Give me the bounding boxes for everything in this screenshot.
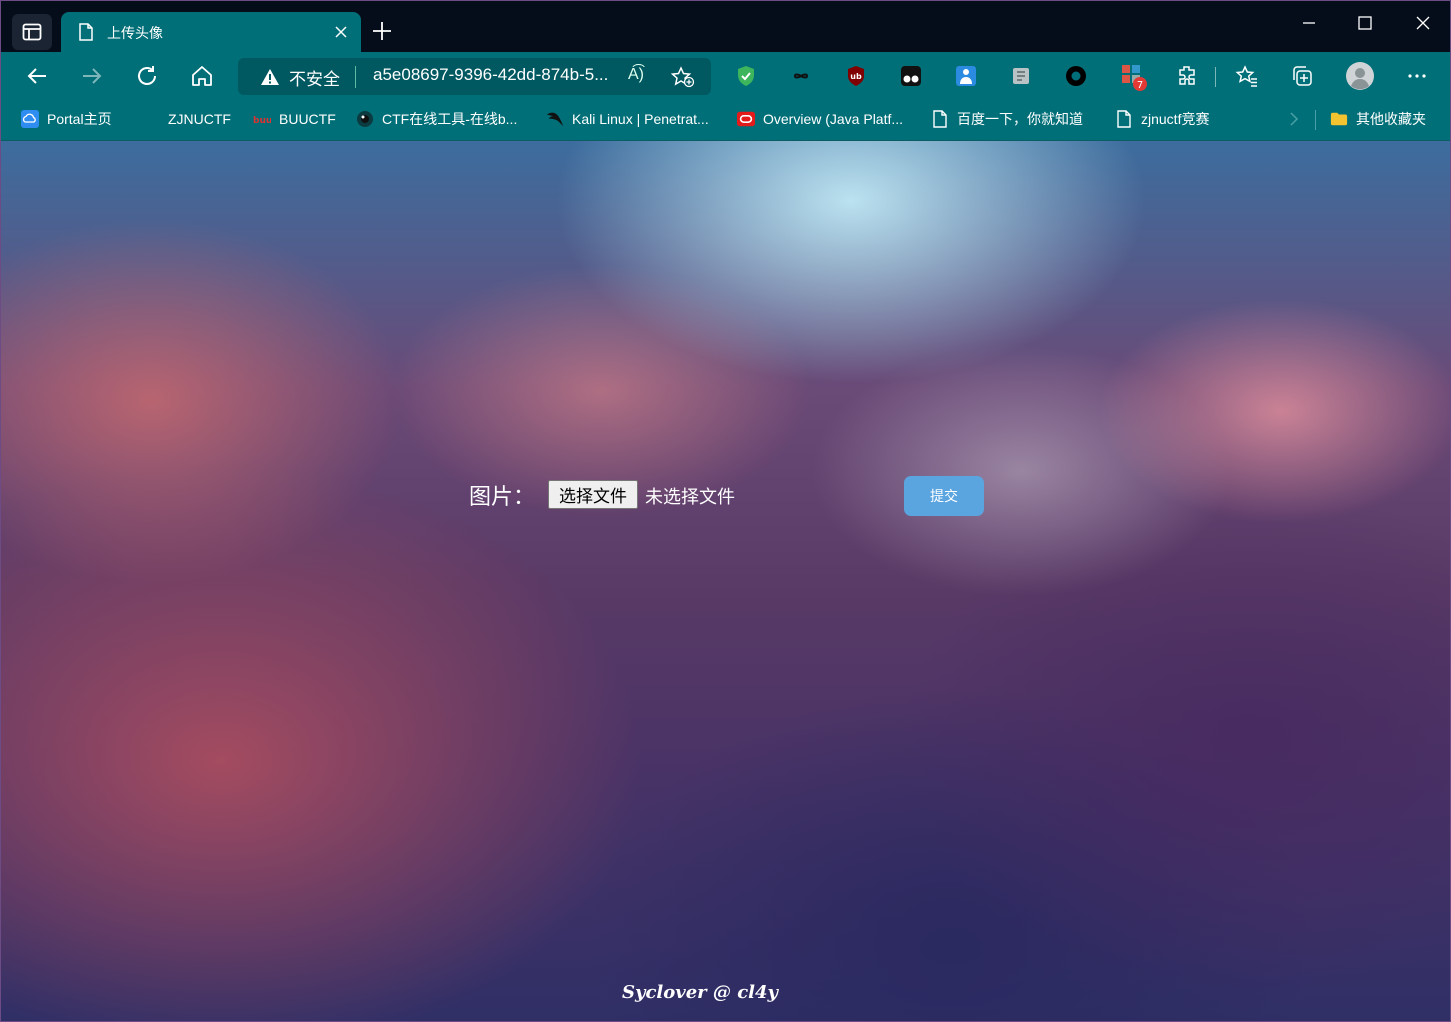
oracle-icon xyxy=(737,110,755,128)
page-icon xyxy=(931,110,949,128)
bookmark-zjnuctf[interactable]: ZJNUCTF xyxy=(168,109,231,129)
forward-icon[interactable] xyxy=(80,64,104,88)
bookmark-label: Portal主页 xyxy=(47,111,112,127)
folder-icon xyxy=(1330,110,1348,128)
bookmark-ctf-tools[interactable]: CTF在线工具-在线b... xyxy=(356,109,517,129)
add-favorite-icon[interactable] xyxy=(671,66,695,88)
extension-badge: 7 xyxy=(1137,80,1143,91)
chevron-right-icon[interactable] xyxy=(1289,111,1299,127)
warning-icon xyxy=(261,69,279,85)
profile-avatar[interactable] xyxy=(1345,61,1375,91)
apps-extension-icon[interactable]: 7 xyxy=(1121,64,1147,91)
eye-icon xyxy=(356,110,374,128)
address-bar[interactable]: 不安全 a5e08697-9396-42dd-874b-5... A͡) xyxy=(238,58,711,95)
svg-text:buu: buu xyxy=(253,116,271,124)
svg-text:ub: ub xyxy=(850,72,862,81)
back-icon[interactable] xyxy=(25,64,49,88)
tab-actions-button[interactable] xyxy=(12,14,52,50)
toolbar: 不安全 a5e08697-9396-42dd-874b-5... A͡) ub … xyxy=(1,52,1450,101)
refresh-icon[interactable] xyxy=(135,64,159,88)
submit-button[interactable]: 提交 xyxy=(904,476,984,516)
bookmark-zjnuctf-contest[interactable]: zjnuctf竞赛 xyxy=(1115,109,1209,129)
address-separator xyxy=(355,66,356,88)
tab-active[interactable]: 上传头像 xyxy=(61,12,361,52)
browser-window: 上传头像 不安全 a5e08697-9396-42dd-874b-5... A͡… xyxy=(0,0,1451,1022)
url-text[interactable]: a5e08697-9396-42dd-874b-5... xyxy=(373,65,608,85)
bookmark-portal[interactable]: Portal主页 xyxy=(21,109,112,129)
collections-icon[interactable] xyxy=(1290,64,1314,88)
ublock-extension-icon[interactable]: ub xyxy=(844,64,868,88)
reader-extension-icon[interactable] xyxy=(1009,64,1033,88)
bookmark-label: CTF在线工具-在线b... xyxy=(382,111,518,127)
bookmark-label: Kali Linux | Penetrat... xyxy=(572,111,709,127)
other-bookmarks[interactable]: 其他收藏夹 xyxy=(1330,109,1426,129)
extensions-puzzle-icon[interactable] xyxy=(1175,64,1199,88)
person-extension-icon[interactable] xyxy=(954,64,978,88)
bookmark-label: ZJNUCTF xyxy=(168,111,231,127)
bookmarks-bar: Portal主页 ZJNUCTF buu BUUCTF CTF在线工具-在线b.… xyxy=(1,101,1450,141)
circle-extension-icon[interactable] xyxy=(1064,64,1088,88)
footer-credit: Syclover @ cl4y xyxy=(622,982,778,1003)
bookmark-baidu[interactable]: 百度一下，你就知道 xyxy=(931,109,1083,129)
toolbar-divider xyxy=(1215,67,1216,87)
favorites-icon[interactable] xyxy=(1235,64,1259,88)
buuctf-icon: buu xyxy=(253,110,271,128)
more-menu-icon[interactable] xyxy=(1405,64,1429,88)
home-icon[interactable] xyxy=(190,64,214,88)
page-content: 图片： 选择文件 未选择文件 提交 Syclover @ cl4y xyxy=(1,141,1450,1021)
choose-file-button[interactable]: 选择文件 xyxy=(548,480,638,509)
read-aloud-icon[interactable]: A͡) xyxy=(628,66,644,84)
bookmark-label: BUUCTF xyxy=(279,111,336,127)
close-tab-icon[interactable] xyxy=(335,26,347,38)
maximize-icon[interactable] xyxy=(1357,15,1373,31)
kali-dragon-icon xyxy=(546,110,564,128)
bookmarks-divider xyxy=(1315,110,1316,130)
shield-extension-icon[interactable] xyxy=(734,64,758,88)
title-bar: 上传头像 xyxy=(1,1,1450,52)
cloud-icon xyxy=(21,110,39,128)
bookmark-buuctf[interactable]: buu BUUCTF xyxy=(253,109,336,129)
other-bookmarks-label: 其他收藏夹 xyxy=(1356,111,1426,127)
tab-actions-icon xyxy=(22,23,42,41)
image-label: 图片： xyxy=(469,485,536,510)
tab-title: 上传头像 xyxy=(107,25,163,41)
bookmark-java[interactable]: Overview (Java Platf... xyxy=(737,109,903,129)
tampermonkey-extension-icon[interactable] xyxy=(899,64,923,88)
page-icon xyxy=(1115,110,1133,128)
new-tab-icon[interactable] xyxy=(371,20,393,42)
security-status[interactable]: 不安全 xyxy=(289,65,340,90)
close-window-icon[interactable] xyxy=(1415,15,1431,31)
no-file-text: 未选择文件 xyxy=(645,487,735,507)
minimize-icon[interactable] xyxy=(1301,15,1317,31)
bookmark-label: 百度一下，你就知道 xyxy=(957,111,1083,127)
infinity-extension-icon[interactable] xyxy=(789,64,813,88)
bookmark-label: Overview (Java Platf... xyxy=(763,111,904,127)
bookmark-kali[interactable]: Kali Linux | Penetrat... xyxy=(546,109,709,129)
bookmark-label: zjnuctf竞赛 xyxy=(1141,111,1210,127)
page-icon xyxy=(79,23,93,41)
